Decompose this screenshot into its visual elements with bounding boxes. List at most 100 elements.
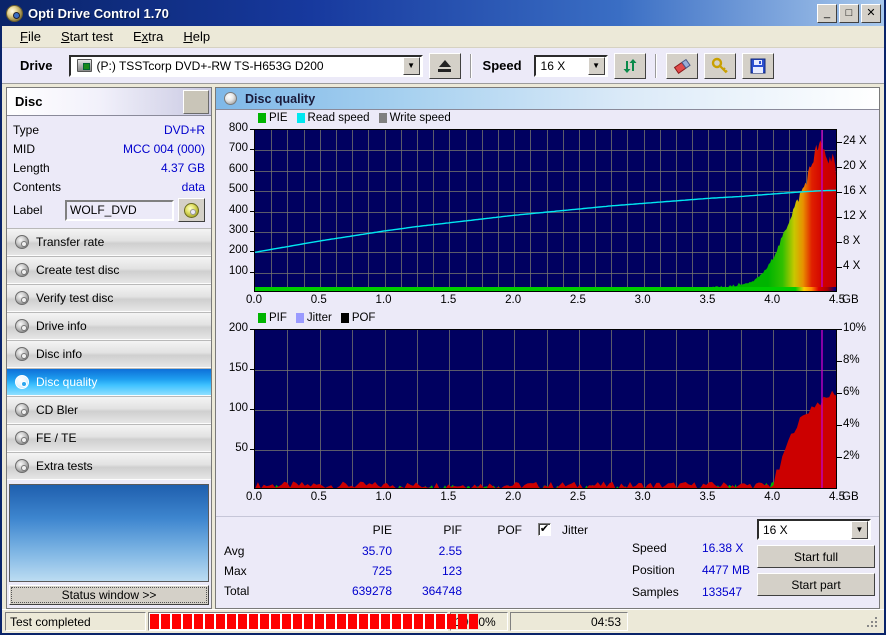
x-tick-label: 1.5 [435, 491, 461, 503]
y2-tick-mark [837, 192, 842, 193]
window-title: Opti Drive Control 1.70 [28, 6, 817, 21]
x-tick-label: 3.0 [630, 294, 656, 306]
legend-entry: PIF [258, 312, 287, 324]
disc-label-input[interactable]: WOLF_DVD [65, 200, 174, 221]
sidebar-item-create-test-disc[interactable]: Create test disc [7, 256, 211, 284]
sidebar-item-disc-info[interactable]: Disc info [7, 340, 211, 368]
y2-tick-mark [837, 142, 842, 143]
x-tick-label: 0.0 [241, 491, 267, 503]
sidebar-item-disc-quality[interactable]: Disc quality [7, 368, 211, 396]
drive-select[interactable]: (P:) TSSTcorp DVD+-RW TS-H653G D200 ▼ [69, 55, 423, 77]
results-summary: PIE PIF POF Avg 35.70 2.55 Max 725 123 T… [216, 516, 879, 608]
legend-label: POF [352, 312, 376, 324]
x-tick-label: 3.0 [630, 491, 656, 503]
progress-block [216, 614, 225, 629]
sidebar-item-cd-bler[interactable]: CD Bler [7, 396, 211, 424]
menu-start-test[interactable]: Start test [51, 27, 123, 46]
menu-extra[interactable]: Extra [123, 27, 173, 46]
jitter-checkbox[interactable]: ✔ [538, 523, 551, 536]
chevron-down-icon[interactable]: ▼ [851, 521, 868, 539]
avg-pie-value: 35.70 [342, 544, 392, 558]
legend-swatch [297, 113, 305, 123]
y2-tick-mark [837, 267, 842, 268]
progress-block [458, 614, 467, 629]
x-tick-label: 2.0 [500, 294, 526, 306]
eject-button[interactable] [429, 53, 461, 79]
sidebar-item-fe-te[interactable]: FE / TE [7, 424, 211, 452]
save-button[interactable] [742, 53, 774, 79]
sidebar-item-label: Create test disc [36, 263, 119, 277]
disc-panel-collapse-button[interactable] [183, 90, 209, 114]
chevron-down-icon[interactable]: ▼ [588, 57, 605, 75]
y-tick-mark [250, 170, 254, 171]
close-button[interactable]: ✕ [861, 4, 881, 23]
test-speed-value: 16 X [759, 523, 850, 537]
disc-label-apply-button[interactable] [178, 198, 205, 222]
progress-block [194, 614, 203, 629]
results-extra: ✔ Jitter Speed 16.38 X Position 4477 MB … [522, 519, 757, 606]
legend-swatch [296, 313, 304, 323]
x-tick-label: 2.5 [565, 491, 591, 503]
series-line-read-speed [255, 190, 837, 252]
legend-entry: Jitter [296, 312, 332, 324]
panel-header: Disc quality [216, 88, 879, 110]
start-full-button[interactable]: Start full [757, 545, 875, 568]
erase-button[interactable] [666, 53, 698, 79]
disc-label-row: Label WOLF_DVD [13, 197, 205, 223]
toolbar-separator-2 [655, 54, 657, 78]
sidebar-item-label: FE / TE [36, 431, 76, 445]
maximize-button[interactable]: □ [839, 4, 859, 23]
status-window-button[interactable]: Status window >> [9, 585, 209, 605]
menu-help[interactable]: Help [173, 27, 220, 46]
y2-tick-mark [837, 329, 842, 330]
x-tick-label: 0.0 [241, 294, 267, 306]
progress-block [238, 614, 247, 629]
disc-icon [15, 375, 29, 389]
y2-tick-mark [837, 167, 842, 168]
disc-info-row: MID MCC 004 (000) [13, 139, 205, 158]
x-tick-label: 2.0 [500, 491, 526, 503]
disc-icon [15, 403, 29, 417]
sidebar-item-verify-test-disc[interactable]: Verify test disc [7, 284, 211, 312]
key-button[interactable] [704, 53, 736, 79]
x-tick-label: 1.0 [371, 491, 397, 503]
sidebar-item-drive-info[interactable]: Drive info [7, 312, 211, 340]
test-speed-select[interactable]: 16 X ▼ [757, 519, 871, 540]
y2-tick-label: 12 X [843, 210, 867, 222]
max-pif-value: 123 [412, 564, 462, 578]
charts-container: PIERead speedWrite speed 100200300400500… [216, 110, 879, 516]
disc-type-label: Type [13, 123, 164, 137]
progress-block [293, 614, 302, 629]
resize-grip-icon[interactable] [865, 615, 879, 629]
x-tick-label: 4.0 [759, 294, 785, 306]
disc-length-label: Length [13, 161, 161, 175]
legend-label: Write speed [390, 112, 451, 124]
eraser-icon [672, 57, 692, 75]
legend-label: PIE [269, 112, 288, 124]
progress-block [161, 614, 170, 629]
pie-plot-area [254, 129, 837, 292]
y2-tick-mark [837, 242, 842, 243]
speed-select-value: 16 X [536, 59, 587, 73]
sidebar-item-transfer-rate[interactable]: Transfer rate [7, 228, 211, 256]
minimize-button[interactable]: _ [817, 4, 837, 23]
x-tick-label: 1.0 [371, 294, 397, 306]
disc-mid-label: MID [13, 142, 123, 156]
progress-block [282, 614, 291, 629]
start-part-button[interactable]: Start part [757, 573, 875, 596]
y-tick-label: 100 [216, 402, 248, 414]
menu-file[interactable]: FFileile [10, 27, 51, 46]
refresh-button[interactable] [614, 53, 646, 79]
disc-contents-value: data [182, 180, 205, 194]
disc-icon [15, 263, 29, 277]
y-tick-mark [250, 272, 254, 273]
chevron-down-icon[interactable]: ▼ [403, 57, 420, 75]
progress-block [150, 614, 159, 629]
page-title: Disc quality [245, 92, 315, 106]
speed-select[interactable]: 16 X ▼ [534, 55, 608, 77]
column-header-pof: POF [477, 523, 522, 537]
pie-chart: PIERead speedWrite speed 100200300400500… [216, 110, 879, 310]
progress-block [304, 614, 313, 629]
sidebar-item-extra-tests[interactable]: Extra tests [7, 452, 211, 480]
disc-icon [184, 203, 199, 218]
